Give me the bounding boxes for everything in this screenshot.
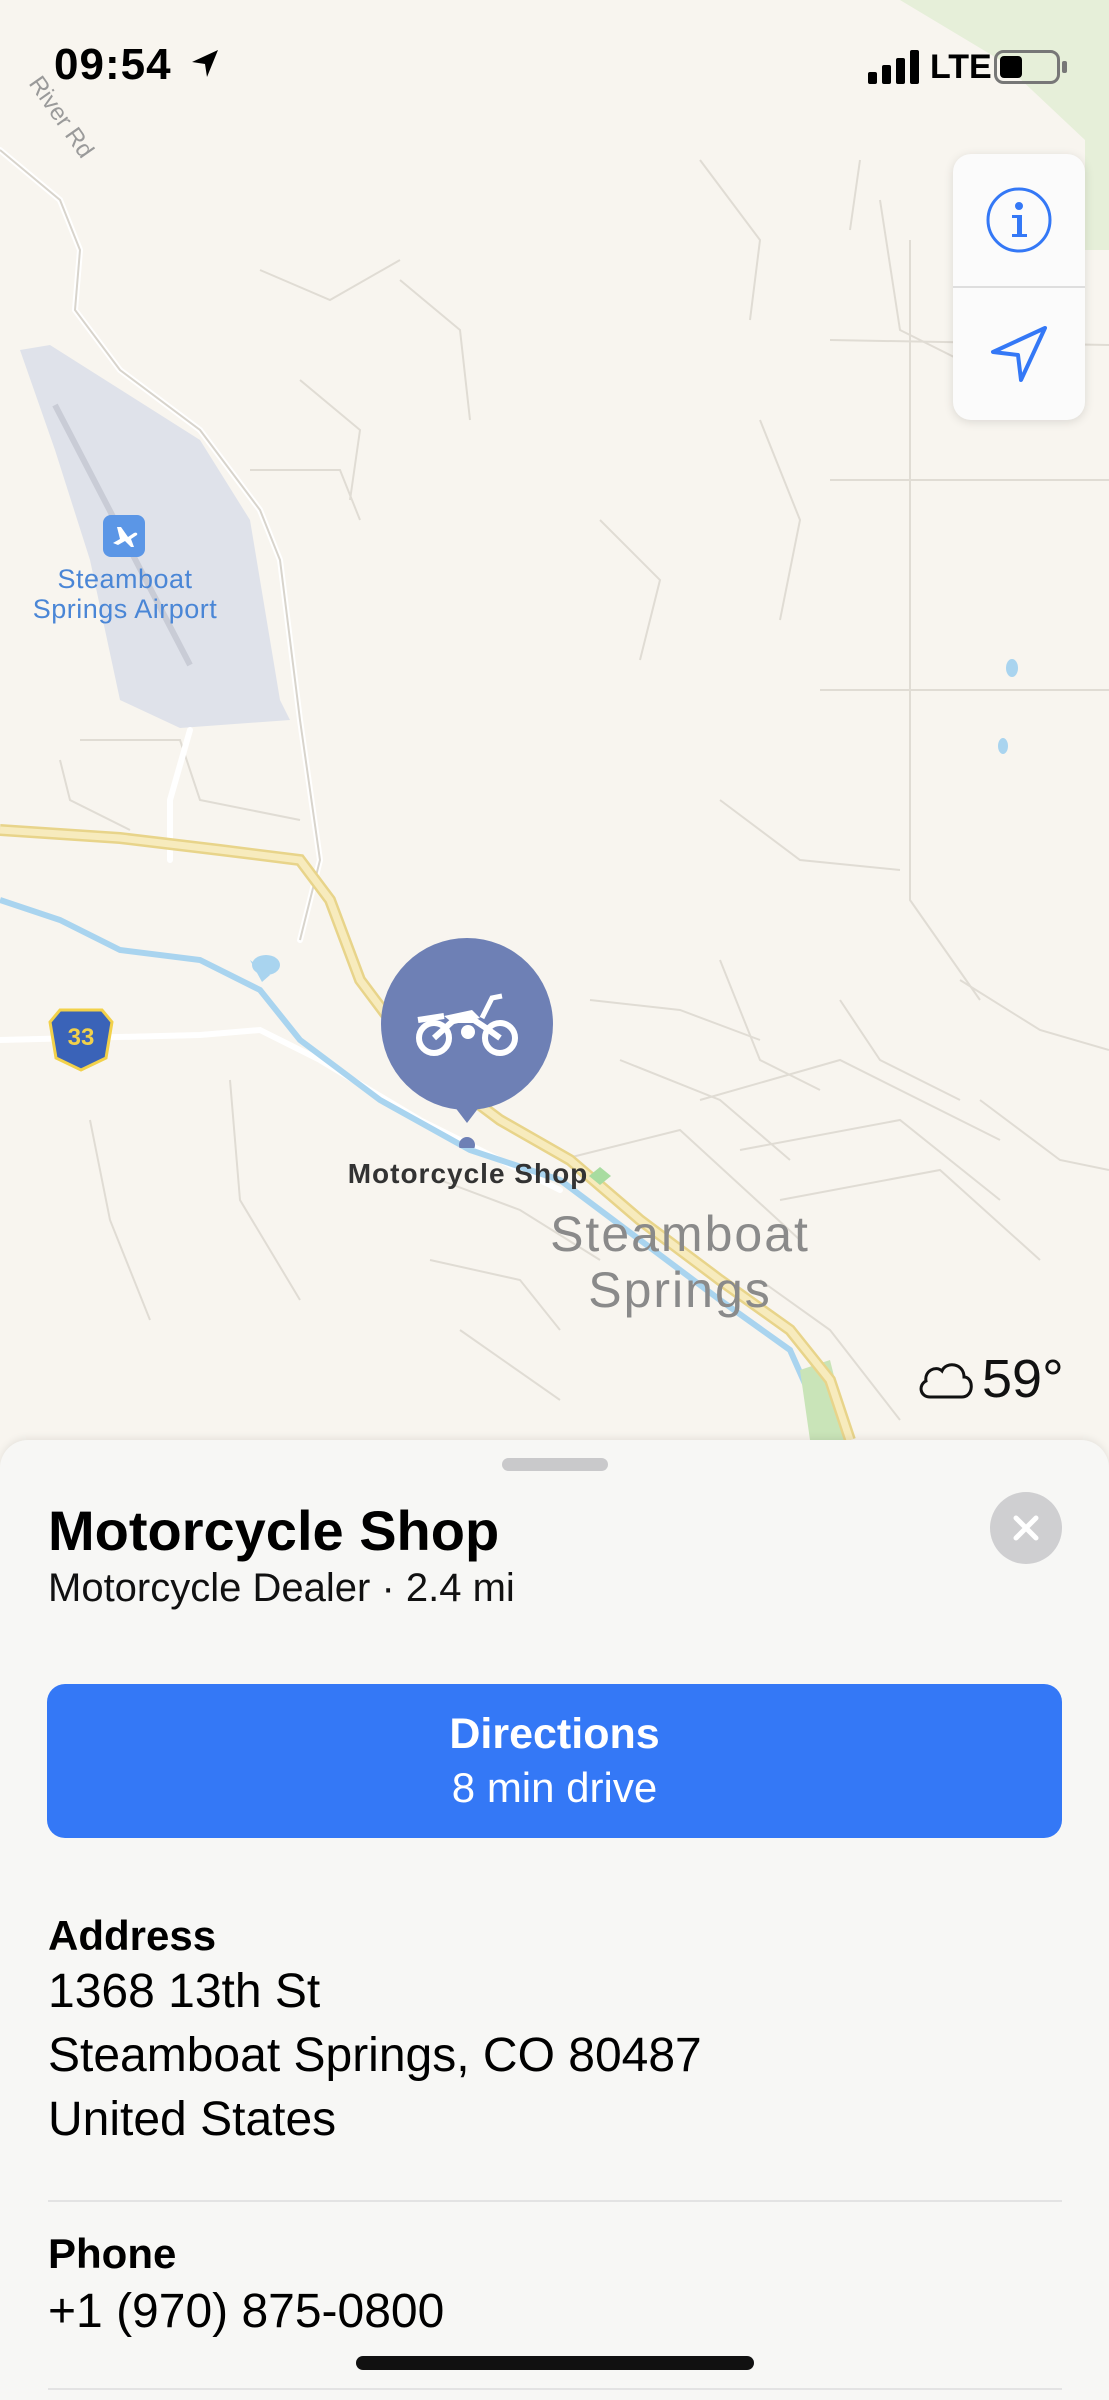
directions-button[interactable]: Directions 8 min drive bbox=[47, 1684, 1062, 1838]
network-type: LTE bbox=[930, 48, 992, 86]
map-view[interactable]: River Rd Steamboat Springs Airport 33 Mo… bbox=[0, 0, 1109, 1440]
airport-label-line2: Springs Airport bbox=[32, 594, 218, 624]
section-divider bbox=[48, 2388, 1062, 2390]
battery-icon bbox=[994, 50, 1067, 84]
city-label-line2: Springs bbox=[588, 1262, 772, 1318]
airport-label[interactable]: Steamboat Springs Airport bbox=[10, 564, 240, 624]
section-divider bbox=[48, 2200, 1062, 2202]
city-label-line1: Steamboat bbox=[550, 1206, 810, 1262]
motorcycle-icon bbox=[416, 993, 518, 1056]
location-arrow-icon bbox=[192, 50, 218, 77]
info-button[interactable] bbox=[953, 154, 1085, 286]
place-title: Motorcycle Shop bbox=[48, 1499, 500, 1562]
signal-bars-icon bbox=[868, 50, 919, 84]
info-icon bbox=[986, 187, 1052, 253]
place-pin[interactable] bbox=[378, 938, 556, 1148]
sheet-grabber[interactable] bbox=[502, 1458, 608, 1471]
close-icon bbox=[1013, 1515, 1039, 1541]
close-button[interactable] bbox=[990, 1492, 1062, 1564]
address-block[interactable]: 1368 13th St Steamboat Springs, CO 80487… bbox=[48, 1960, 702, 2152]
address-line3: United States bbox=[48, 2093, 337, 2146]
phone-label: Phone bbox=[48, 2230, 177, 2277]
route-33-shield: 33 bbox=[48, 1008, 114, 1072]
phone-number[interactable]: +1 (970) 875-0800 bbox=[48, 2280, 444, 2344]
status-time: 09:54 bbox=[54, 40, 172, 89]
address-line2: Steamboat Springs, CO 80487 bbox=[48, 2029, 702, 2082]
weather-widget[interactable]: 59° bbox=[916, 1348, 1064, 1410]
route-shield-number: 33 bbox=[67, 1024, 95, 1051]
weather-temperature: 59° bbox=[982, 1349, 1064, 1409]
home-indicator[interactable] bbox=[356, 2356, 754, 2370]
place-subtitle: Motorcycle Dealer · 2.4 mi bbox=[48, 1566, 515, 1610]
address-label: Address bbox=[48, 1912, 217, 1959]
directions-label: Directions bbox=[449, 1710, 660, 1758]
place-card: Motorcycle Shop Motorcycle Dealer · 2.4 … bbox=[0, 1440, 1109, 2400]
address-line1: 1368 13th St bbox=[48, 1965, 321, 2018]
location-arrow-outline-icon bbox=[991, 326, 1047, 382]
track-location-button[interactable] bbox=[953, 288, 1085, 420]
map-controls bbox=[953, 154, 1085, 420]
directions-eta: 8 min drive bbox=[451, 1764, 658, 1811]
cloud-icon bbox=[919, 1363, 973, 1399]
status-bar: 09:54 LTE bbox=[0, 0, 1109, 130]
airport-label-line1: Steamboat bbox=[57, 564, 193, 594]
city-label[interactable]: Steamboat Springs bbox=[520, 1206, 840, 1318]
pin-label[interactable]: Motorcycle Shop bbox=[300, 1158, 636, 1190]
airplane-icon[interactable] bbox=[103, 515, 145, 557]
